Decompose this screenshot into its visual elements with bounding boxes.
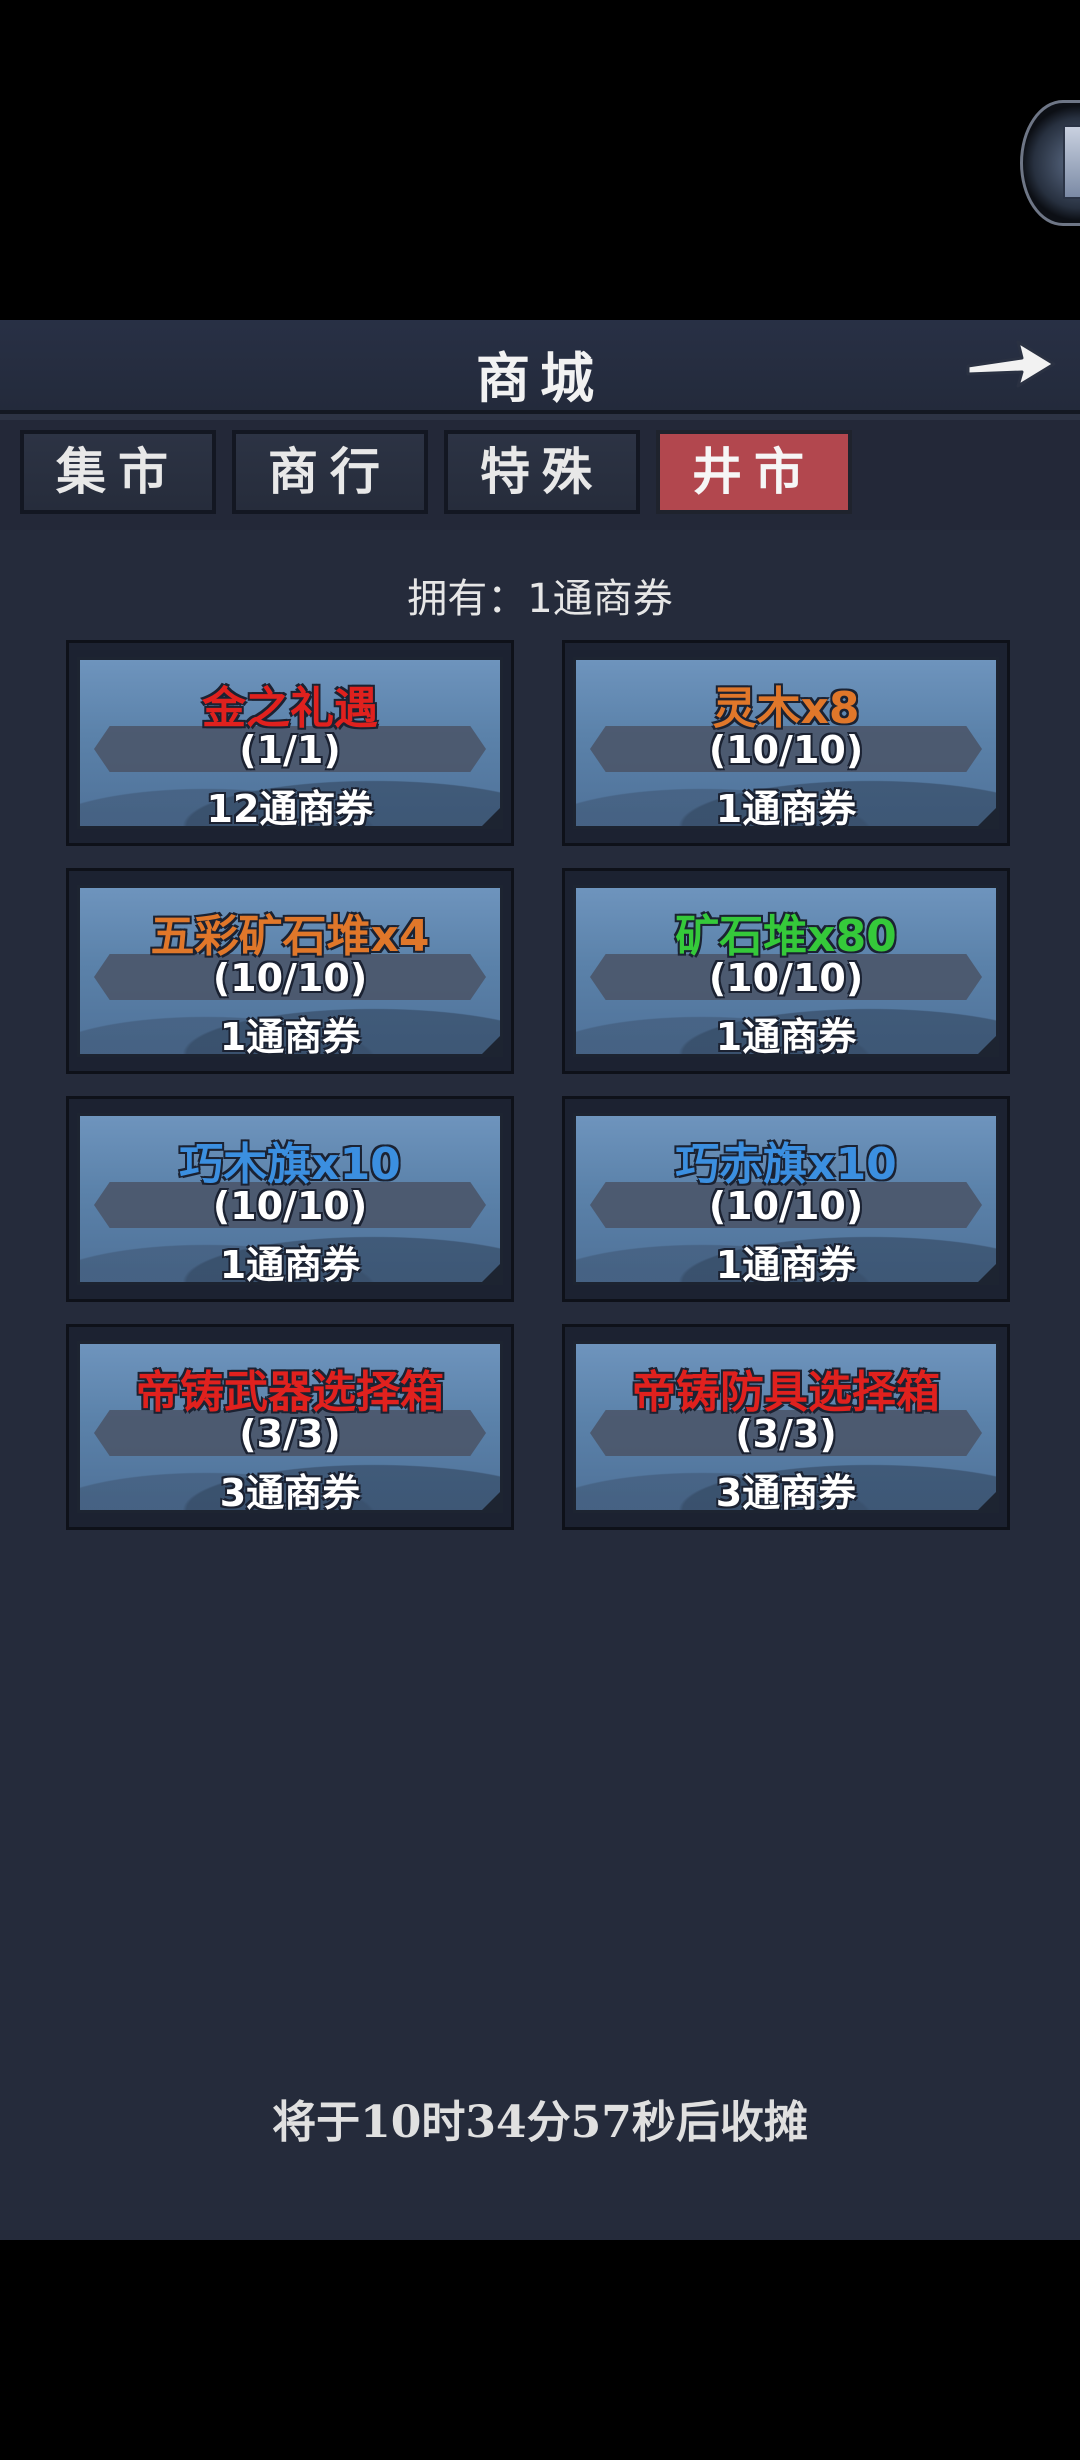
- item-price: 1通商券: [715, 1243, 857, 1285]
- header: 商城: [0, 320, 1080, 414]
- book-icon: [1063, 125, 1080, 199]
- tab-market[interactable]: 集市: [20, 430, 216, 514]
- back-arrow-button[interactable]: [960, 328, 1060, 398]
- tab-bar: 集市 商行 特殊 井市: [20, 430, 1060, 514]
- shop-item-card[interactable]: 帝铸防具选择箱 (3/3) 3通商券: [562, 1324, 1010, 1530]
- item-card-face: 五彩矿石堆x4 (10/10) 1通商券: [77, 885, 503, 1057]
- close-countdown: 将于10时34分57秒后收摊: [272, 2097, 808, 2148]
- item-price: 3通商券: [219, 1471, 361, 1513]
- shop-item-card[interactable]: 灵木x8 (10/10) 1通商券: [562, 640, 1010, 846]
- arrow-right-icon: [966, 340, 1056, 388]
- shop-item-card[interactable]: 巧木旗x10 (10/10) 1通商券: [66, 1096, 514, 1302]
- item-name: 巧木旗x10: [179, 1139, 401, 1190]
- shop-item-card[interactable]: 金之礼遇 (1/1) 12通商券: [66, 640, 514, 846]
- corner-decoration[interactable]: [1020, 100, 1080, 226]
- shop-item-card[interactable]: 五彩矿石堆x4 (10/10) 1通商券: [66, 868, 514, 1074]
- shop-panel: 商城 集市 商行 特殊 井市 拥有：1通商券 金之礼遇 (1/1) 12通商券 灵木x…: [0, 320, 1080, 2240]
- item-card-face: 帝铸防具选择箱 (3/3) 3通商券: [573, 1341, 999, 1513]
- purchase-limit: (10/10): [212, 956, 368, 1000]
- item-price: 1通商券: [715, 787, 857, 829]
- purchase-limit: (10/10): [708, 956, 864, 1000]
- tab-trading-house[interactable]: 商行: [232, 430, 428, 514]
- item-card-face: 巧赤旗x10 (10/10) 1通商券: [573, 1113, 999, 1285]
- purchase-limit: (10/10): [212, 1184, 368, 1228]
- page-title: 商城: [476, 346, 604, 410]
- shop-item-card[interactable]: 帝铸武器选择箱 (3/3) 3通商券: [66, 1324, 514, 1530]
- purchase-limit: (3/3): [239, 1412, 341, 1456]
- tab-well-market[interactable]: 井市: [656, 430, 852, 514]
- item-price: 1通商券: [219, 1243, 361, 1285]
- tab-special[interactable]: 特殊: [444, 430, 640, 514]
- item-card-face: 巧木旗x10 (10/10) 1通商券: [77, 1113, 503, 1285]
- item-price: 3通商券: [715, 1471, 857, 1513]
- item-name: 金之礼遇: [202, 683, 378, 734]
- shop-content: 拥有：1通商券 金之礼遇 (1/1) 12通商券 灵木x8 (10/10) 1通商券 五彩矿…: [0, 530, 1080, 2240]
- item-name: 帝铸防具选择箱: [632, 1367, 940, 1418]
- item-card-face: 灵木x8 (10/10) 1通商券: [573, 657, 999, 829]
- purchase-limit: (10/10): [708, 728, 864, 772]
- item-card-face: 金之礼遇 (1/1) 12通商券: [77, 657, 503, 829]
- purchase-limit: (10/10): [708, 1184, 864, 1228]
- purchase-limit: (1/1): [239, 728, 341, 772]
- owned-currency: 拥有：1通商券: [407, 576, 673, 622]
- item-card-face: 帝铸武器选择箱 (3/3) 3通商券: [77, 1341, 503, 1513]
- shop-item-card[interactable]: 矿石堆x80 (10/10) 1通商券: [562, 868, 1010, 1074]
- item-price: 1通商券: [219, 1015, 361, 1057]
- item-price: 12通商券: [206, 787, 374, 829]
- item-name: 矿石堆x80: [675, 911, 897, 962]
- item-name: 五彩矿石堆x4: [150, 911, 430, 962]
- item-card-face: 矿石堆x80 (10/10) 1通商券: [573, 885, 999, 1057]
- item-name: 灵木x8: [712, 683, 860, 734]
- item-name: 帝铸武器选择箱: [136, 1367, 444, 1418]
- shop-item-card[interactable]: 巧赤旗x10 (10/10) 1通商券: [562, 1096, 1010, 1302]
- item-price: 1通商券: [715, 1015, 857, 1057]
- item-name: 巧赤旗x10: [675, 1139, 897, 1190]
- purchase-limit: (3/3): [735, 1412, 837, 1456]
